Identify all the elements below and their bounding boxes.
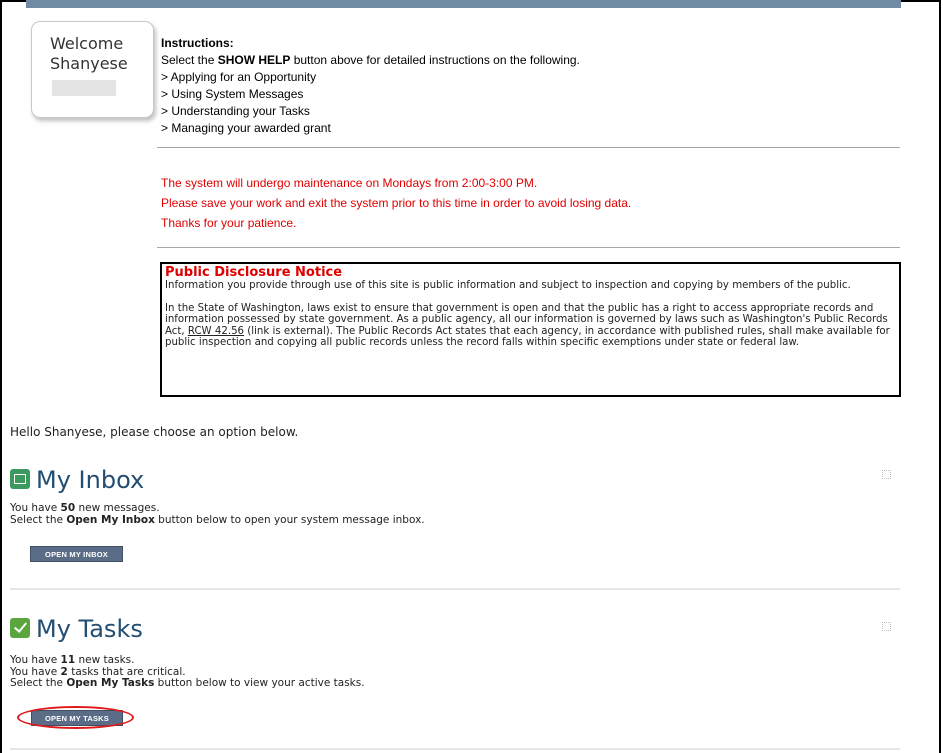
inbox-hint-line: Select the Open My Inbox button below to… <box>10 513 425 526</box>
tasks-title: My Tasks <box>36 615 143 643</box>
drag-handle-icon[interactable] <box>882 470 891 479</box>
instructions-block: Instructions: Select the SHOW HELP butto… <box>161 35 580 137</box>
greeting-text: Hello Shanyese, please choose an option … <box>10 425 299 439</box>
section-divider <box>10 588 900 590</box>
instructions-heading: Instructions: <box>161 36 234 50</box>
redacted-text <box>52 80 116 96</box>
divider <box>157 247 900 248</box>
notice-paragraph: In the State of Washington, laws exist t… <box>165 302 890 349</box>
section-divider <box>10 748 900 750</box>
public-disclosure-notice: Public Disclosure Notice Information you… <box>160 262 901 397</box>
inbox-title: My Inbox <box>36 466 145 494</box>
highlight-ring <box>17 706 134 729</box>
envelope-icon <box>10 469 30 489</box>
notice-title: Public Disclosure Notice <box>165 265 343 280</box>
tasks-description: You have 11 new tasks. You have 2 tasks … <box>10 654 365 690</box>
welcome-label: Welcome <box>50 34 124 53</box>
tasks-hint-line: Select the Open My Tasks button below to… <box>10 677 365 689</box>
maintenance-line: Please save your work and exit the syste… <box>161 196 632 210</box>
inbox-description: You have 50 new messages. Select the Ope… <box>10 502 425 526</box>
maintenance-line: The system will undergo maintenance on M… <box>161 176 538 190</box>
welcome-card: Welcome Shanyese <box>31 21 154 118</box>
instructions-item: > Managing your awarded grant <box>161 121 331 135</box>
maintenance-line: Thanks for your patience. <box>161 216 297 230</box>
welcome-user-name: Shanyese <box>50 54 128 73</box>
instructions-item: > Using System Messages <box>161 87 304 101</box>
notice-paragraph: Information you provide through use of t… <box>165 280 851 291</box>
top-accent-bar <box>26 0 901 8</box>
checkmark-icon <box>10 618 30 638</box>
maintenance-notice: The system will undergo maintenance on M… <box>161 173 631 233</box>
welcome-text: Welcome Shanyese <box>50 34 128 74</box>
divider <box>157 147 900 148</box>
open-inbox-button[interactable]: OPEN MY INBOX <box>30 546 123 562</box>
tasks-section-title: My Tasks <box>10 615 143 643</box>
inbox-section-title: My Inbox <box>10 466 144 494</box>
drag-handle-icon[interactable] <box>882 622 891 631</box>
instructions-item: > Applying for an Opportunity <box>161 70 317 84</box>
rcw-link[interactable]: RCW 42.56 <box>188 326 244 337</box>
instructions-intro: Select the SHOW HELP button above for de… <box>161 53 580 67</box>
instructions-item: > Understanding your Tasks <box>161 104 310 118</box>
